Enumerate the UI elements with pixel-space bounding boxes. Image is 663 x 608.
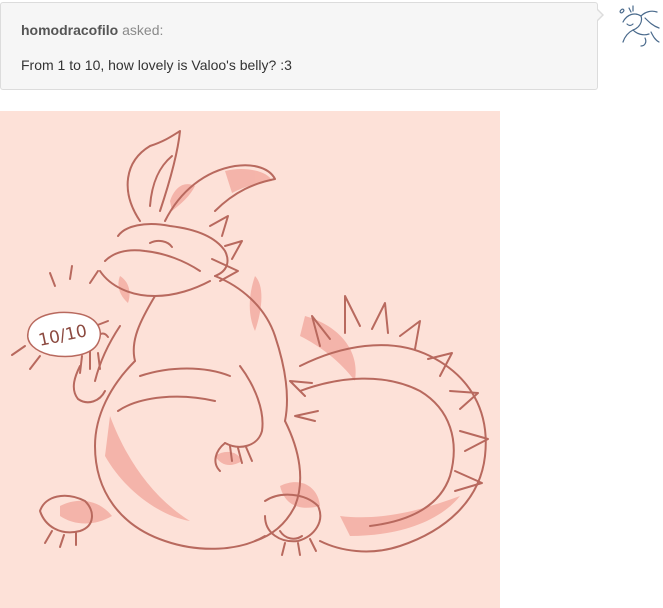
- ask-header: homodracofilo asked:: [21, 22, 163, 38]
- artwork-image: 10/10: [0, 111, 500, 608]
- ask-question: From 1 to 10, how lovely is Valoo's bell…: [21, 57, 292, 73]
- ask-box: homodracofilo asked: From 1 to 10, how l…: [0, 2, 598, 90]
- asked-label: asked:: [122, 22, 164, 38]
- asker-name[interactable]: homodracofilo: [21, 22, 118, 38]
- speech-bubble: 10/10: [27, 311, 101, 358]
- ask-pointer-inner: [596, 9, 602, 21]
- dragon-illustration: 10/10: [0, 111, 500, 608]
- dragon-sketch-avatar-icon: [619, 5, 660, 47]
- asker-avatar[interactable]: [615, 2, 663, 50]
